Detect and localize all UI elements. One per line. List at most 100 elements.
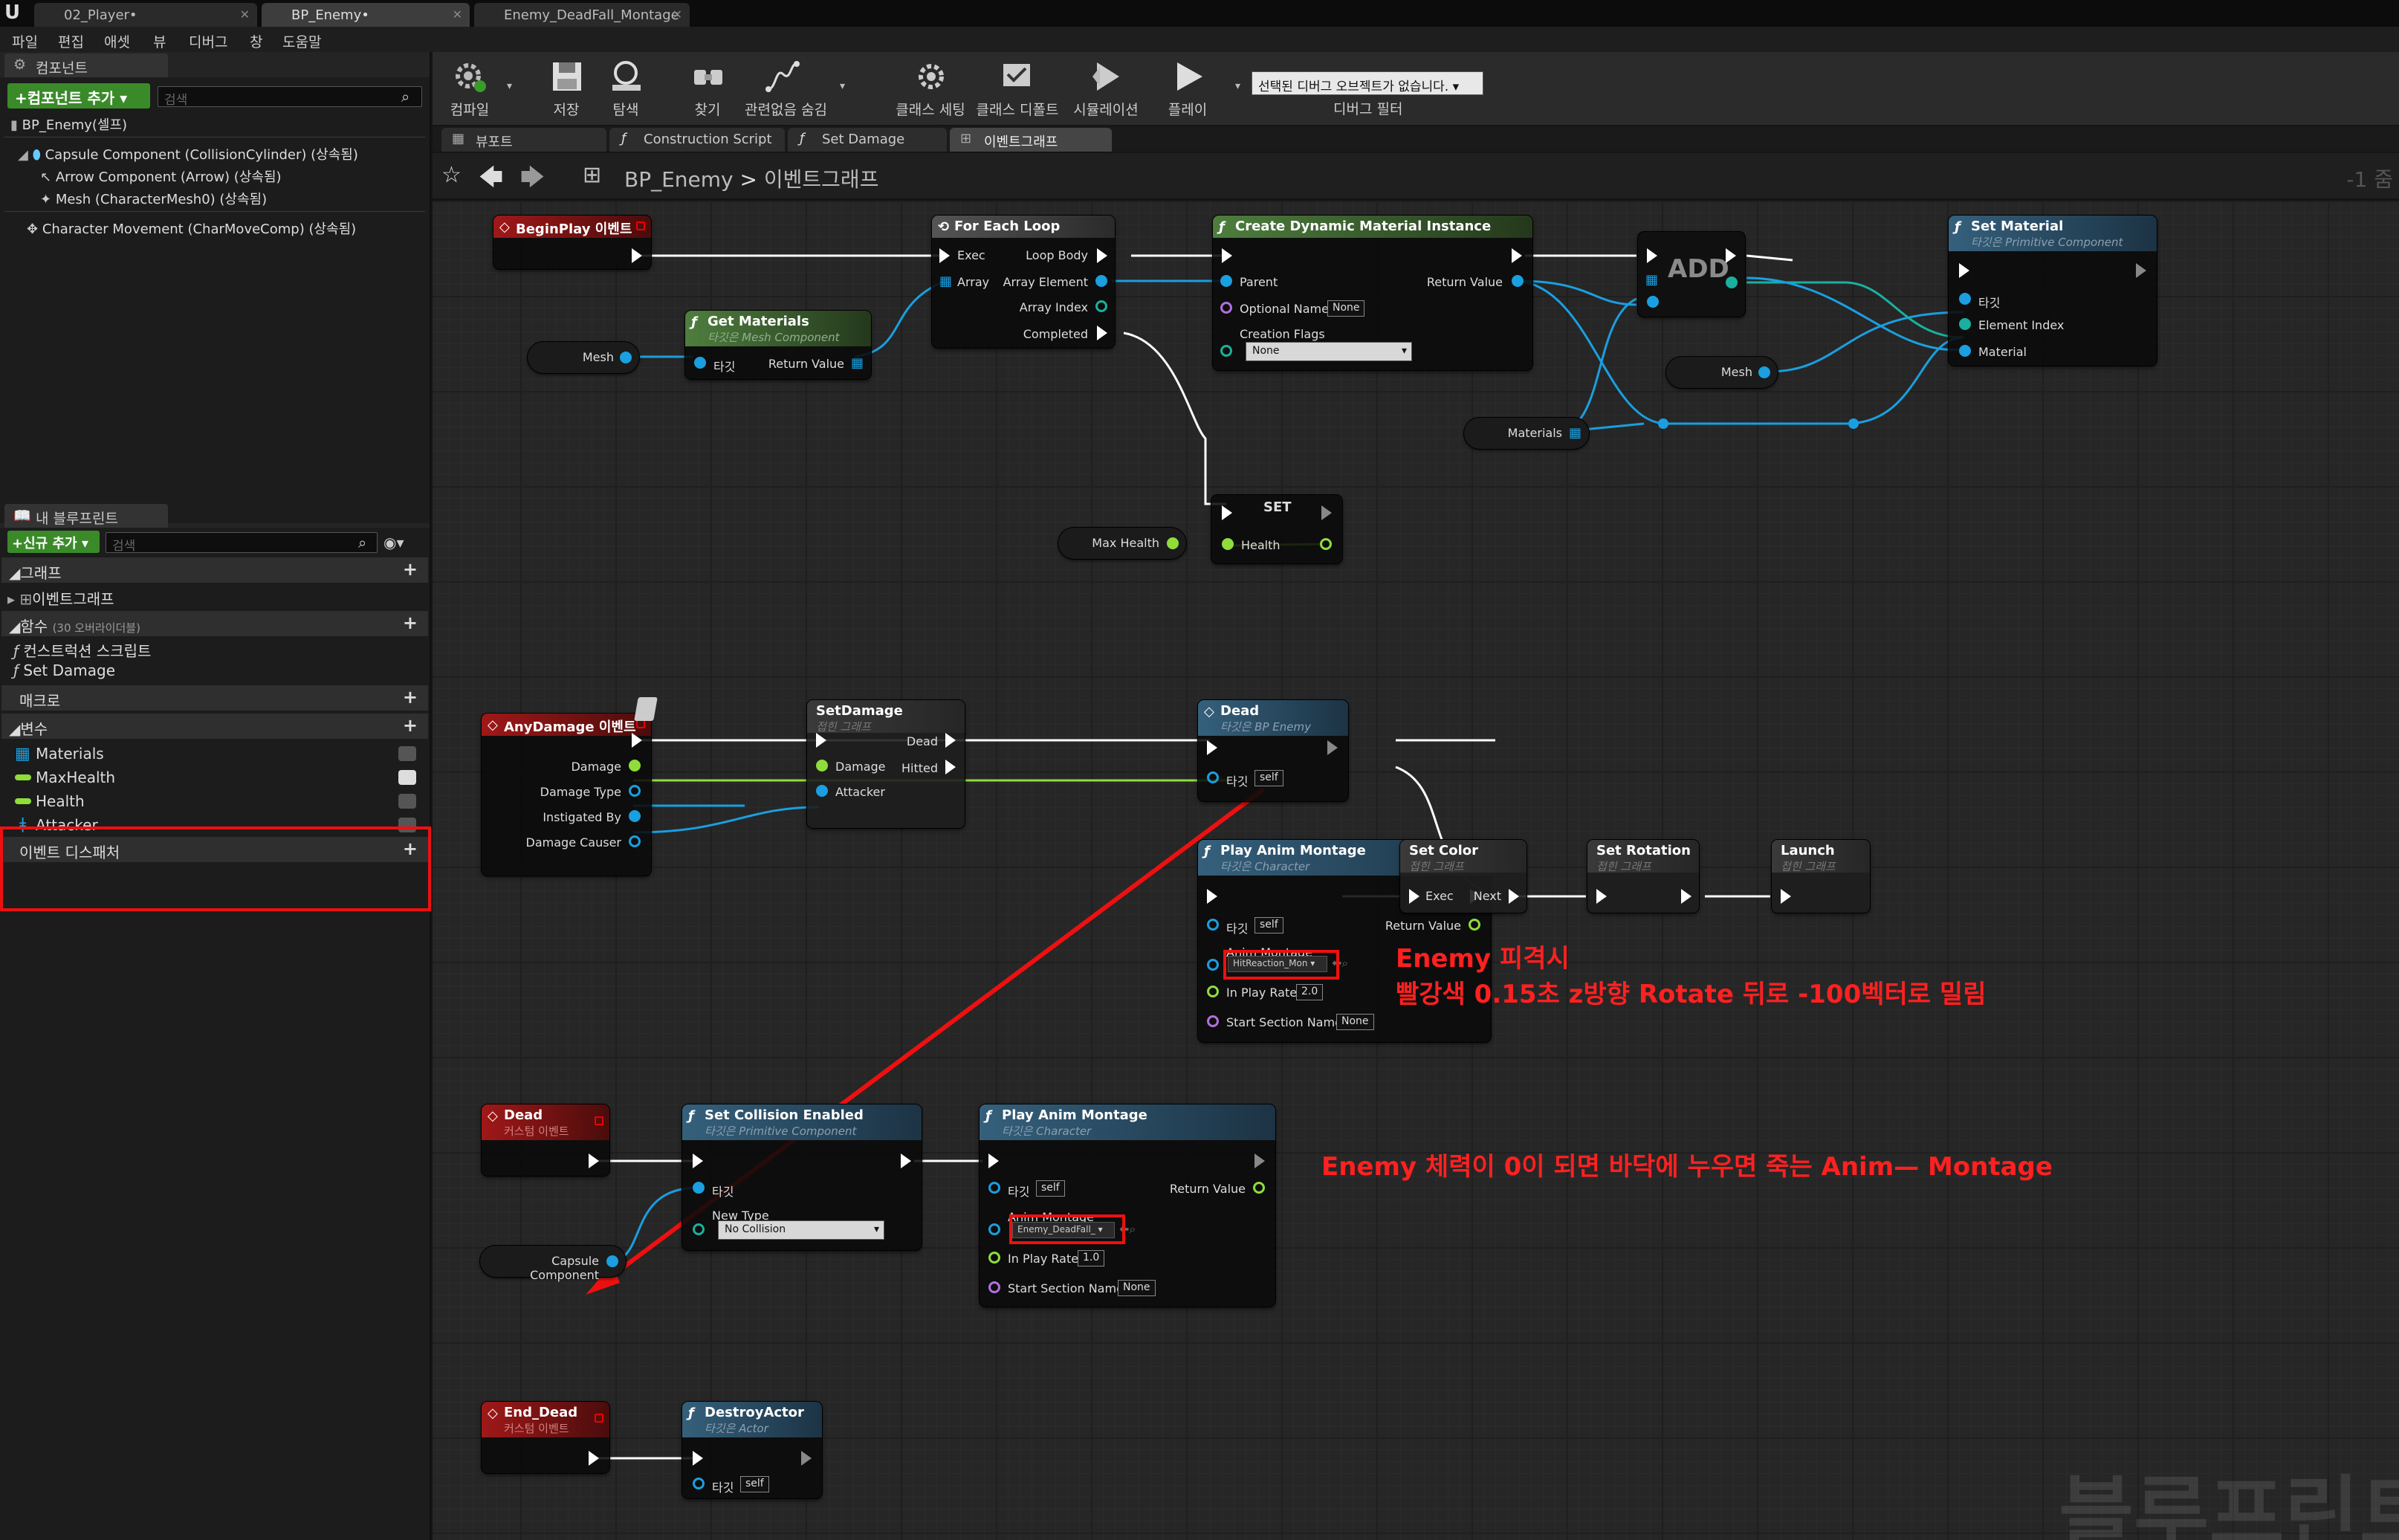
debug-object-select[interactable]: 선택된 디버그 오브젝트가 없습니다. ▾ bbox=[1252, 71, 1483, 95]
exec-in-pin[interactable] bbox=[1409, 889, 1419, 904]
exec-in-pin[interactable] bbox=[693, 1154, 703, 1168]
data-out-pin[interactable] bbox=[1095, 300, 1107, 312]
favorite-star-icon[interactable]: ☆ bbox=[441, 162, 462, 188]
menu-help[interactable]: 도움말 bbox=[282, 31, 321, 51]
node-set-color-collapsed[interactable]: Set Color 접힌 그래프 Exec Next bbox=[1400, 840, 1527, 913]
data-in-pin[interactable] bbox=[1207, 986, 1219, 997]
node-add-array[interactable]: ADD ▦ bbox=[1638, 232, 1745, 317]
components-search-input[interactable]: 검색 bbox=[158, 86, 422, 108]
node-set-rotation-collapsed[interactable]: Set Rotation 접힌 그래프 bbox=[1587, 840, 1699, 913]
data-in-pin[interactable] bbox=[988, 1223, 1000, 1235]
data-out-pin[interactable] bbox=[1469, 919, 1480, 931]
tab-viewport[interactable]: ▦ 뷰포트 bbox=[441, 128, 606, 152]
delegate-pin-icon[interactable] bbox=[595, 1116, 603, 1125]
target-self-field[interactable]: self bbox=[1254, 917, 1283, 934]
data-in-pin[interactable] bbox=[694, 357, 706, 369]
class-settings-button[interactable]: 클래스 세팅 bbox=[886, 55, 975, 122]
node-get-materials[interactable]: ƒ Get Materials 타깃은 Mesh Component 타깃 Retu… bbox=[685, 311, 871, 379]
data-out-pin[interactable] bbox=[1167, 537, 1179, 549]
exec-out-pin[interactable] bbox=[1509, 889, 1519, 904]
menu-debug[interactable]: 디버그 bbox=[189, 31, 227, 51]
variable-materials[interactable]: ▦ Materials bbox=[3, 742, 427, 766]
node-any-damage-event[interactable]: ◇ AnyDamage 이벤트 Damage Damage Type Instig… bbox=[482, 697, 658, 876]
node-set-collision-enabled[interactable]: ƒ Set Collision Enabled 타깃은 Primitive Comp… bbox=[682, 1104, 922, 1250]
tree-item-mesh[interactable]: ✦ Mesh (CharacterMesh0) (상속됨) bbox=[40, 189, 267, 208]
exec-out-pin[interactable] bbox=[1097, 248, 1107, 263]
variable-get-mesh[interactable]: Mesh bbox=[528, 342, 639, 373]
menu-view[interactable]: 뷰 bbox=[153, 31, 166, 51]
node-set-damage-collapsed[interactable]: SetDamage 접힌 그래프 Damage Attacker Dead Hit… bbox=[807, 700, 965, 828]
class-defaults-button[interactable]: 클래스 디폴트 bbox=[969, 55, 1066, 122]
variable-get-mesh[interactable]: Mesh bbox=[1666, 357, 1778, 388]
my-blueprint-tab[interactable]: 📖 내 블루프린트 bbox=[4, 504, 168, 528]
exec-in-pin[interactable] bbox=[1207, 889, 1217, 904]
exec-out-pin[interactable] bbox=[2136, 263, 2146, 278]
start-section-field[interactable]: None bbox=[1118, 1280, 1156, 1296]
data-in-pin[interactable] bbox=[988, 1182, 1000, 1194]
visibility-eye-icon[interactable] bbox=[398, 746, 416, 761]
tree-root-self[interactable]: ▮ BP_Enemy(셀프) bbox=[10, 114, 127, 134]
data-out-pin[interactable] bbox=[629, 760, 641, 771]
array-pin-icon[interactable]: ▦ bbox=[1645, 272, 1658, 288]
node-create-dynamic-material-instance[interactable]: ƒ Create Dynamic Material Instance Parent… bbox=[1213, 216, 1532, 370]
data-in-pin[interactable] bbox=[1207, 919, 1219, 931]
breadcrumb-root[interactable]: BP_Enemy bbox=[624, 167, 734, 192]
category-macros[interactable]: 매크로 + bbox=[1, 685, 428, 711]
exec-out-pin[interactable] bbox=[1681, 889, 1691, 904]
visibility-eye-icon[interactable] bbox=[398, 794, 416, 809]
in-play-rate-field[interactable]: 1.0 bbox=[1078, 1250, 1105, 1266]
data-in-pin[interactable] bbox=[816, 785, 828, 797]
new-type-select[interactable]: No Collision ▾ bbox=[718, 1220, 884, 1240]
function-item-set-damage[interactable]: ƒ Set Damage bbox=[13, 661, 115, 679]
play-button[interactable]: 플레이 bbox=[1150, 55, 1225, 122]
data-in-pin[interactable] bbox=[816, 760, 828, 771]
simulation-button[interactable]: 시뮬레이션 bbox=[1061, 55, 1150, 122]
tab-set-damage[interactable]: ƒ Set Damage bbox=[788, 128, 947, 152]
exec-in-pin[interactable] bbox=[1222, 505, 1232, 520]
close-icon[interactable]: ✕ bbox=[673, 7, 682, 22]
exec-in-pin[interactable] bbox=[1207, 740, 1217, 755]
exec-out-pin[interactable] bbox=[1097, 326, 1107, 340]
visibility-eye-icon[interactable] bbox=[398, 770, 416, 785]
node-for-each-loop[interactable]: ⟲ For Each Loop Exec ▦ Array Loop Body Ar… bbox=[932, 216, 1115, 348]
tab-construction-script[interactable]: ƒ Construction Script bbox=[609, 128, 785, 152]
find-button[interactable]: 찾기 bbox=[670, 55, 745, 122]
add-graph-plus-icon[interactable]: + bbox=[403, 560, 418, 578]
exec-out-pin[interactable] bbox=[945, 760, 956, 774]
menu-edit[interactable]: 편집 bbox=[58, 31, 84, 51]
exec-out-pin[interactable] bbox=[632, 248, 642, 263]
data-in-pin[interactable] bbox=[1959, 318, 1971, 330]
data-out-pin[interactable] bbox=[1758, 366, 1770, 378]
exec-out-pin[interactable] bbox=[589, 1154, 599, 1168]
data-out-pin[interactable] bbox=[1253, 1182, 1265, 1194]
creation-flags-select[interactable]: None ▾ bbox=[1246, 342, 1412, 361]
node-launch-collapsed[interactable]: Launch 접힌 그래프 bbox=[1772, 840, 1870, 913]
data-in-pin[interactable] bbox=[1647, 296, 1659, 308]
exec-out-pin[interactable] bbox=[1726, 248, 1736, 263]
node-dead-call[interactable]: ◇ Dead 타깃은 BP Enemy 타깃 self bbox=[1198, 700, 1348, 801]
blueprint-search-input[interactable]: 검색 bbox=[106, 532, 378, 554]
exec-out-pin[interactable] bbox=[801, 1451, 812, 1466]
exec-out-pin[interactable] bbox=[945, 733, 956, 748]
variable-maxhealth[interactable]: MaxHealth bbox=[3, 766, 427, 789]
variable-get-materials[interactable]: Materials ▦ bbox=[1464, 418, 1589, 449]
data-in-pin[interactable] bbox=[1220, 302, 1232, 314]
in-play-rate-field[interactable]: 2.0 bbox=[1296, 984, 1324, 1000]
data-in-pin[interactable] bbox=[693, 1223, 705, 1235]
data-in-pin[interactable] bbox=[693, 1182, 705, 1194]
data-out-pin[interactable] bbox=[1726, 276, 1738, 288]
data-out-pin[interactable] bbox=[629, 785, 641, 797]
data-in-pin[interactable] bbox=[988, 1281, 1000, 1293]
exec-in-pin[interactable] bbox=[1959, 263, 1969, 278]
back-arrow-icon[interactable]: 🡄 bbox=[479, 161, 503, 201]
add-variable-plus-icon[interactable]: + bbox=[403, 716, 418, 734]
data-out-pin[interactable] bbox=[1512, 275, 1524, 287]
array-pin-icon[interactable]: ▦ bbox=[851, 355, 864, 371]
data-out-pin[interactable] bbox=[629, 835, 641, 847]
exec-out-pin[interactable] bbox=[901, 1154, 911, 1168]
tree-item-arrow[interactable]: ↖ Arrow Component (Arrow) (상속됨) bbox=[40, 166, 282, 186]
event-graph-canvas[interactable]: ◇ BeginPlay 이벤트 ⟲ For Each Loop Exec ▦ Arr… bbox=[433, 201, 2399, 1540]
data-out-pin[interactable] bbox=[606, 1255, 618, 1267]
data-out-pin[interactable] bbox=[620, 352, 632, 363]
node-beginplay[interactable]: ◇ BeginPlay 이벤트 bbox=[493, 216, 651, 269]
